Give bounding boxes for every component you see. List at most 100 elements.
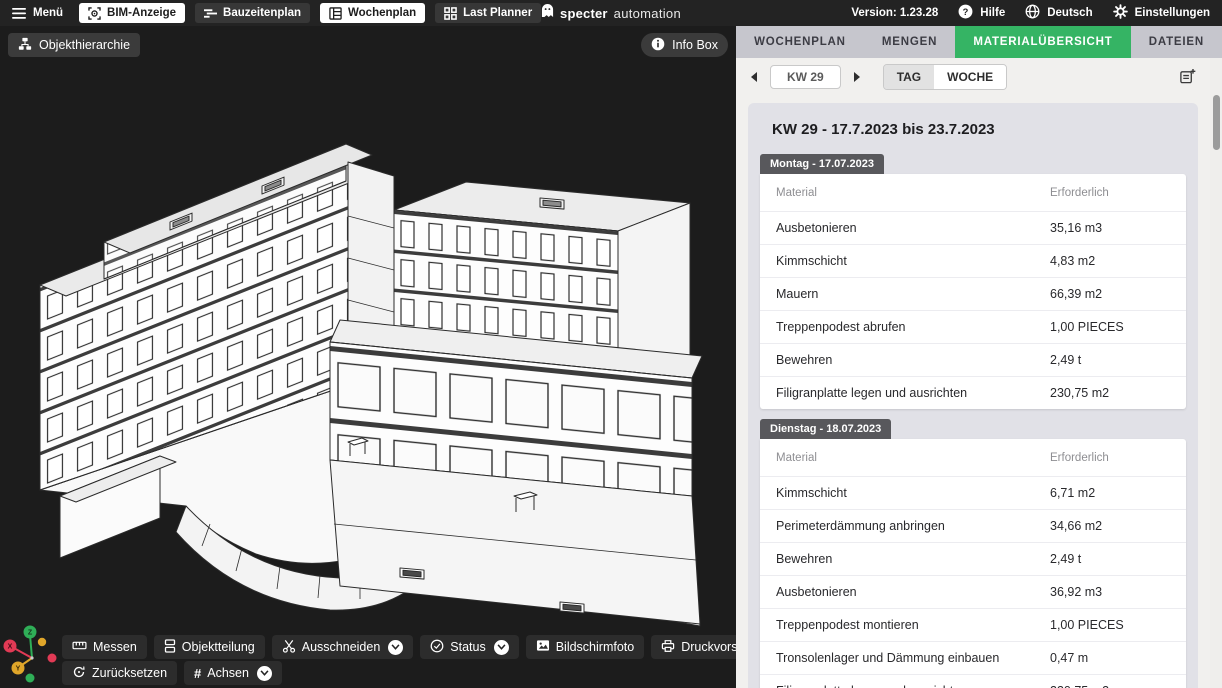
table-row: Kimmschicht 6,71 m2 (760, 476, 1186, 509)
tab-materialuebersicht[interactable]: MATERIALÜBERSICHT (955, 26, 1130, 58)
brand-name-bold: specter (560, 6, 608, 21)
day-badge: Montag - 17.07.2023 (760, 154, 884, 174)
help-button[interactable]: ? Hilfe (958, 4, 1005, 22)
print-preview-button[interactable]: Druckvorschau (651, 635, 736, 659)
table-row: Bewehren 2,49 t (760, 343, 1186, 376)
note-plus-icon[interactable] (1179, 68, 1196, 85)
globe-icon (1025, 4, 1040, 22)
grid-squares-icon (444, 7, 457, 20)
table-row: Ausbetonieren 35,16 m3 (760, 211, 1186, 244)
tab-wochenplan[interactable]: WOCHENPLAN (736, 26, 864, 58)
last-planner-label: Last Planner (463, 7, 532, 19)
arrow-left-icon (750, 72, 758, 82)
panel-scroll-area[interactable]: KW 29 - 17.7.2023 bis 23.7.2023 Montag -… (736, 95, 1222, 688)
brand-name-light: automation (614, 6, 681, 21)
axes-dropdown-button[interactable] (257, 666, 272, 681)
material-quantity: 36,92 m3 (1050, 585, 1170, 599)
material-name: Tronsolenlager und Dämmung einbauen (776, 651, 1050, 665)
material-name: Ausbetonieren (776, 585, 1050, 599)
arrow-right-icon (853, 72, 861, 82)
status-dropdown-button[interactable] (494, 640, 509, 655)
material-quantity: 0,47 m (1050, 651, 1170, 665)
axis-z-label: Z (28, 630, 33, 637)
stacked-boxes-icon (164, 639, 176, 656)
axes-grid-icon: # (194, 666, 201, 681)
gear-icon (1113, 4, 1128, 22)
wochenplan-button[interactable]: Wochenplan (320, 3, 425, 23)
toggle-tag-button[interactable]: TAG (884, 65, 934, 89)
reset-view-button[interactable]: Zurücksetzen (62, 661, 177, 685)
cut-button[interactable]: Ausschneiden (272, 635, 414, 659)
language-button[interactable]: Deutsch (1025, 4, 1092, 22)
table-row: Treppenpodest montieren 1,00 PIECES (760, 608, 1186, 641)
material-quantity: 1,00 PIECES (1050, 320, 1170, 334)
printer-icon (661, 639, 675, 656)
week-heading: KW 29 - 17.7.2023 bis 23.7.2023 (772, 121, 1186, 138)
top-bar: Menü BIM-Anzeige Bauzeitenplan Wochenpla… (0, 0, 1222, 26)
material-quantity: 66,39 m2 (1050, 287, 1170, 301)
info-box-label: Info Box (672, 38, 718, 52)
next-week-button[interactable] (849, 69, 865, 85)
axis-x-label: X (8, 644, 13, 651)
axes-label: Achsen (207, 666, 249, 680)
tab-mengen[interactable]: MENGEN (864, 26, 955, 58)
version-label: Version: 1.23.28 (851, 7, 938, 19)
menu-button[interactable]: Menü (12, 7, 63, 19)
scrollbar-track[interactable] (1210, 58, 1222, 688)
column-required: Erforderlich (1050, 452, 1170, 464)
tab-dateien[interactable]: DATEIEN (1131, 26, 1222, 58)
table-row: Treppenpodest abrufen 1,00 PIECES (760, 310, 1186, 343)
bim-3d-viewport[interactable]: Objekthierarchie Info Box Messen Objektt… (0, 26, 736, 688)
toggle-woche-button[interactable]: WOCHE (934, 65, 1006, 89)
ruler-icon (72, 640, 87, 654)
bauzeitenplan-label: Bauzeitenplan (223, 7, 301, 19)
bauzeitenplan-button[interactable]: Bauzeitenplan (195, 3, 310, 23)
bim-anzeige-button[interactable]: BIM-Anzeige (79, 3, 185, 23)
object-hierarchy-button[interactable]: Objekthierarchie (8, 33, 140, 57)
wochenplan-label: Wochenplan (348, 7, 416, 19)
gantt-bars-icon (204, 8, 217, 19)
bim-model-canvas[interactable] (0, 26, 736, 688)
material-name: Treppenpodest abrufen (776, 320, 1050, 334)
material-name: Mauern (776, 287, 1050, 301)
table-row: Ausbetonieren 36,92 m3 (760, 575, 1186, 608)
application-window: Menü BIM-Anzeige Bauzeitenplan Wochenpla… (0, 0, 1222, 688)
table-row: Kimmschicht 4,83 m2 (760, 244, 1186, 277)
menu-label: Menü (33, 7, 63, 19)
column-required: Erforderlich (1050, 187, 1170, 199)
week-table-icon (329, 7, 342, 20)
week-select-button[interactable]: KW 29 (770, 65, 841, 89)
status-label: Status (450, 640, 485, 654)
material-quantity: 1,00 PIECES (1050, 618, 1170, 632)
measure-button[interactable]: Messen (62, 635, 147, 659)
axis-gizmo[interactable]: Z X Y (2, 618, 68, 686)
info-box-button[interactable]: Info Box (641, 33, 728, 57)
axis-y-label: Y (16, 666, 21, 673)
material-quantity: 2,49 t (1050, 552, 1170, 566)
last-planner-button[interactable]: Last Planner (435, 3, 541, 23)
table-row: Mauern 66,39 m2 (760, 277, 1186, 310)
table-row: Perimeterdämmung anbringen 34,66 m2 (760, 509, 1186, 542)
scrollbar-thumb[interactable] (1213, 95, 1220, 150)
material-name: Filigranplatte legen und ausrichten (776, 684, 1050, 688)
status-button[interactable]: Status (420, 635, 518, 659)
viewport-toolbar-row1: Messen Objektteilung Ausschneiden Stat (62, 635, 736, 659)
check-circle-icon (430, 639, 444, 656)
viewport-toolbar-row2: Zurücksetzen # Achsen (62, 661, 282, 685)
scissors-icon (282, 639, 296, 656)
info-circle-icon (651, 37, 665, 54)
cut-dropdown-button[interactable] (388, 640, 403, 655)
table-row: Tronsolenlager und Dämmung einbauen 0,47… (760, 641, 1186, 674)
material-quantity: 34,66 m2 (1050, 519, 1170, 533)
material-name: Bewehren (776, 353, 1050, 367)
axes-button[interactable]: # Achsen (184, 661, 282, 685)
material-name: Ausbetonieren (776, 221, 1050, 235)
column-material: Material (776, 187, 1050, 199)
material-quantity: 230,75 m2 (1050, 386, 1170, 400)
previous-week-button[interactable] (746, 69, 762, 85)
rotate-reset-icon (72, 665, 86, 682)
object-split-button[interactable]: Objektteilung (154, 635, 265, 659)
screenshot-button[interactable]: Bildschirmfoto (526, 635, 645, 659)
reset-view-label: Zurücksetzen (92, 666, 167, 680)
settings-button[interactable]: Einstellungen (1113, 4, 1210, 22)
